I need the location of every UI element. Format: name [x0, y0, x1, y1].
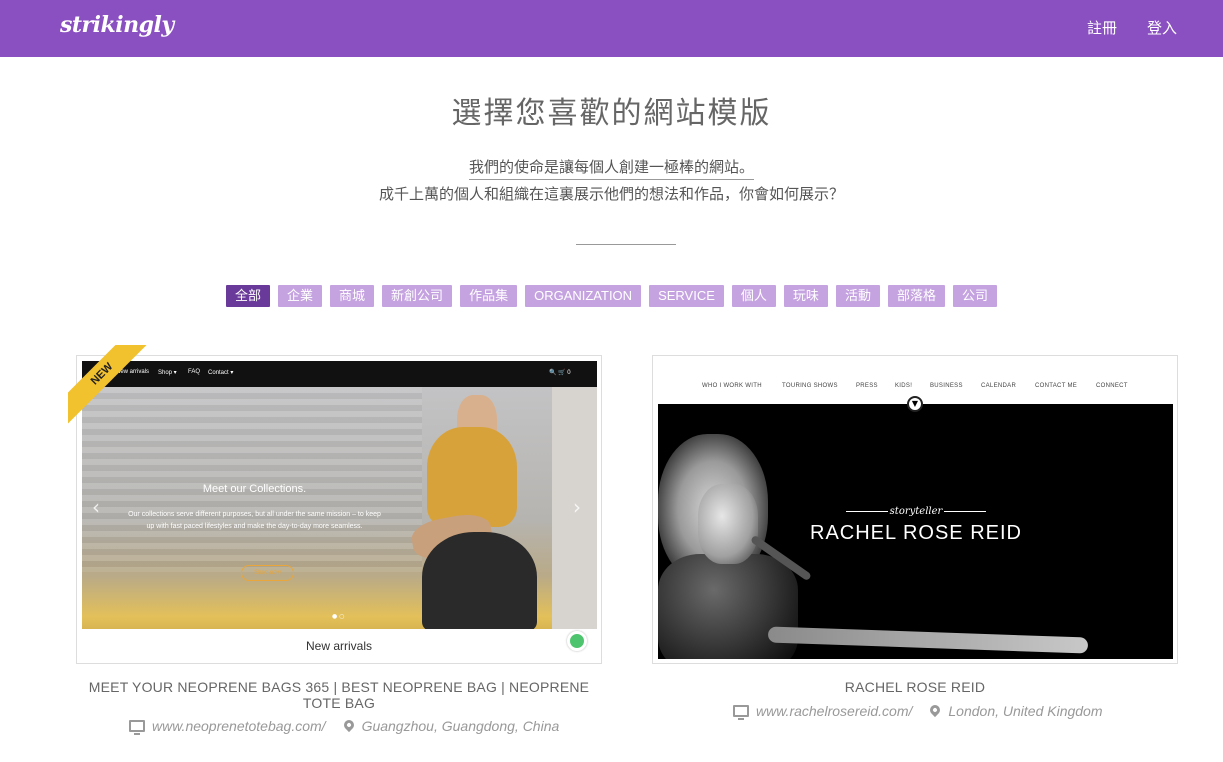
carousel-dots: ● ○ [332, 613, 345, 620]
category-filters: 全部 企業 商城 新創公司 作品集 ORGANIZATION SERVICE 個… [0, 285, 1223, 307]
template-meta: www.neoprenetotebag.com/ Guangzhou, Guan… [129, 717, 560, 735]
scroll-down-icon: ▼ [907, 396, 923, 412]
new-badge: NEW [68, 345, 148, 425]
location-pin-icon [928, 702, 943, 718]
filter-company[interactable]: 公司 [952, 285, 997, 307]
template-card-neoprene[interactable]: New arrivals Shop ▾ FAQ Contact ▾ 🔍 🛒 0 … [76, 355, 602, 664]
filter-portfolio[interactable]: 作品集 [460, 285, 518, 307]
preview-hero-desc: Our collections serve different purposes… [128, 511, 381, 530]
page-title: 選擇您喜歡的網站模版 [451, 96, 772, 131]
filter-business[interactable]: 企業 [278, 285, 323, 307]
sub-mission-text: 成千上萬的個人和組織在這裏展示他們的想法和作品，你會如何展示？ [378, 185, 844, 203]
signup-link[interactable]: 註冊 [1087, 17, 1117, 38]
chevron-left-icon: ‹ [92, 495, 100, 519]
filter-organization[interactable]: ORGANIZATION [525, 285, 642, 307]
divider [576, 244, 676, 245]
login-link[interactable]: 登入 [1147, 17, 1177, 38]
chat-bubble-icon [567, 631, 587, 651]
filter-startup[interactable]: 新創公司 [382, 285, 453, 307]
filter-event[interactable]: 活動 [835, 285, 880, 307]
model-top [427, 427, 517, 527]
filter-all[interactable]: 全部 [226, 285, 271, 307]
strikingly-logo[interactable]: strikingly [60, 12, 174, 38]
chevron-right-icon: › [573, 495, 581, 519]
singer-face [698, 484, 758, 564]
template-title[interactable]: RACHEL ROSE REID [652, 679, 1178, 695]
neoprene-bag-image [422, 532, 537, 629]
template-preview-rachel[interactable]: storyteller RACHEL ROSE REID [658, 404, 1173, 659]
preview-nav-item: BUSINESS [930, 383, 963, 389]
filter-store[interactable]: 商城 [330, 285, 375, 307]
preview-nav-icons: 🔍 🛒 0 [549, 370, 571, 376]
singer-body [658, 554, 798, 659]
template-preview-neoprene[interactable]: New arrivals Shop ▾ FAQ Contact ▾ 🔍 🛒 0 … [82, 361, 597, 629]
preview-nav-item: CONTACT ME [1035, 383, 1078, 389]
filter-service[interactable]: SERVICE [649, 285, 724, 307]
template-url[interactable]: www.rachelrosereid.com/ [756, 703, 912, 719]
preview-nav-item: FAQ [188, 369, 201, 375]
template-location: London, United Kingdom [948, 703, 1103, 719]
preview-hero-title: Meet our Collections. [202, 483, 307, 495]
filter-fun[interactable]: 玩味 [783, 285, 828, 307]
preview-nav-item: WHO I WORK WITH [702, 383, 762, 389]
top-navbar: strikingly 註冊 登入 [0, 0, 1223, 57]
preview-nav-item: KIDS! [895, 383, 913, 389]
template-location: Guangzhou, Guangdong, China [361, 718, 560, 734]
preview-nav-item: PRESS [856, 383, 878, 389]
monitor-icon [733, 705, 749, 720]
monitor-icon [129, 720, 145, 735]
filter-personal[interactable]: 個人 [731, 285, 776, 307]
template-meta: www.rachelrosereid.com/ London, United K… [733, 702, 1103, 720]
preview-shop-now-button: Shop now [241, 565, 294, 581]
preview-nav-item: CONNECT [1096, 383, 1128, 389]
filter-blog[interactable]: 部落格 [887, 285, 945, 307]
preview-hero-name: RACHEL ROSE REID [810, 522, 1022, 544]
singer-arm [767, 626, 1089, 654]
preview-nav-item: Shop ▾ [158, 370, 177, 376]
preview-topnav: New arrivals Shop ▾ FAQ Contact ▾ 🔍 🛒 0 [82, 361, 597, 387]
preview-nav-item: Contact ▾ [208, 370, 234, 376]
location-pin-icon [341, 717, 356, 733]
mission-text: 我們的使命是讓每個人創建一極棒的網站。 [0, 156, 1223, 180]
template-url[interactable]: www.neoprenetotebag.com/ [152, 718, 326, 734]
mission-text-span: 我們的使命是讓每個人創建一極棒的網站。 [468, 158, 754, 180]
preview-nav-item: CALENDAR [981, 383, 1017, 389]
template-title[interactable]: MEET YOUR NEOPRENE BAGS 365 | BEST NEOPR… [76, 679, 602, 711]
preview-nav-item: TOURING SHOWS [782, 383, 838, 389]
template-card-rachel-rose-reid[interactable]: WHO I WORK WITH TOURING SHOWS PRESS KIDS… [652, 355, 1178, 664]
new-ribbon: NEW [68, 345, 148, 425]
preview-hero-image: Meet our Collections. Our collections se… [82, 387, 597, 629]
preview-tagline: storyteller [889, 506, 943, 517]
preview-caption: New arrivals [305, 639, 372, 653]
